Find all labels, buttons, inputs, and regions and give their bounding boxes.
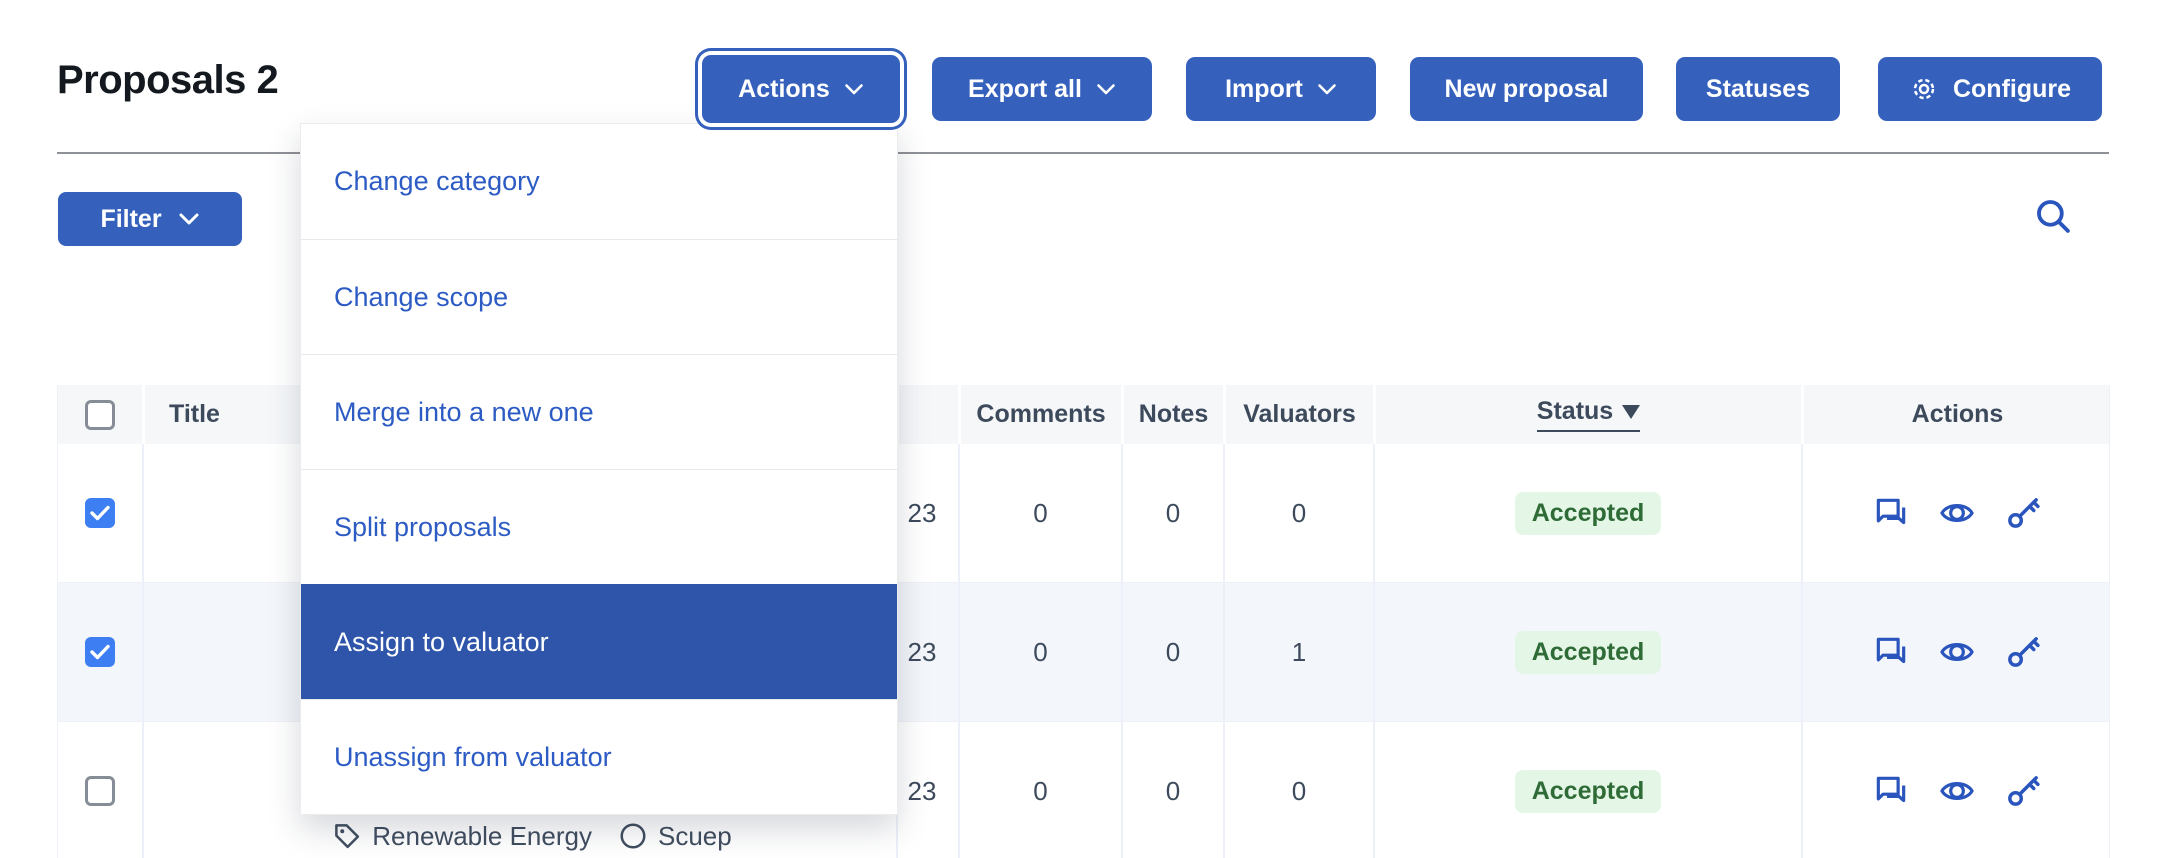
new-proposal-button[interactable]: New proposal bbox=[1410, 57, 1643, 121]
export-all-button[interactable]: Export all bbox=[932, 57, 1152, 121]
export-all-label: Export all bbox=[968, 75, 1082, 104]
row-checkbox[interactable] bbox=[85, 498, 115, 528]
status-badge: Accepted bbox=[1515, 631, 1662, 674]
actions-dropdown-menu: Change category Change scope Merge into … bbox=[300, 123, 898, 815]
proposals-admin-page: Proposals 2 Actions Export all Import Ne… bbox=[0, 0, 2166, 858]
chevron-down-icon bbox=[1317, 83, 1337, 96]
preview-button[interactable] bbox=[1937, 771, 1977, 811]
row-select-cell bbox=[58, 583, 142, 721]
status-badge: Accepted bbox=[1515, 770, 1662, 813]
row-actions-cell bbox=[1801, 722, 2111, 858]
status-sort-control[interactable]: Status bbox=[1537, 397, 1640, 432]
chat-icon bbox=[1872, 494, 1910, 532]
chevron-down-icon bbox=[1096, 83, 1116, 96]
menu-item-assign-to-valuator[interactable]: Assign to valuator bbox=[301, 584, 897, 699]
column-header-actions: Actions bbox=[1801, 385, 2111, 444]
globe-icon bbox=[618, 821, 648, 851]
select-all-checkbox[interactable] bbox=[85, 400, 115, 430]
valuators-cell: 0 bbox=[1223, 722, 1373, 858]
select-all-cell bbox=[58, 385, 142, 444]
row-actions-cell bbox=[1801, 583, 2111, 721]
permissions-key-button[interactable] bbox=[2003, 493, 2043, 533]
configure-label: Configure bbox=[1953, 75, 2071, 104]
notes-cell: 0 bbox=[1121, 583, 1223, 721]
key-icon bbox=[2004, 633, 2042, 671]
filter-button[interactable]: Filter bbox=[58, 192, 242, 246]
actions-button-label: Actions bbox=[738, 75, 830, 104]
status-cell: Accepted bbox=[1373, 583, 1801, 721]
menu-item-unassign-from-valuator[interactable]: Unassign from valuator bbox=[301, 699, 897, 814]
menu-item-change-category[interactable]: Change category bbox=[301, 124, 897, 239]
chevron-down-icon bbox=[178, 212, 200, 226]
notes-cell: 0 bbox=[1121, 722, 1223, 858]
column-header-valuators: Valuators bbox=[1223, 385, 1373, 444]
status-sort-label: Status bbox=[1537, 397, 1613, 426]
comments-cell: 0 bbox=[958, 444, 1121, 582]
answer-proposal-button[interactable] bbox=[1871, 632, 1911, 672]
chat-icon bbox=[1872, 633, 1910, 671]
search-icon bbox=[2032, 195, 2074, 237]
gear-icon bbox=[1909, 74, 1939, 104]
import-label: Import bbox=[1225, 75, 1303, 104]
proposal-category: Renewable Energy Scuep bbox=[332, 820, 731, 852]
tag-icon bbox=[332, 821, 362, 851]
row-checkbox[interactable] bbox=[85, 776, 115, 806]
sort-desc-icon bbox=[1622, 405, 1640, 419]
answer-proposal-button[interactable] bbox=[1871, 493, 1911, 533]
published-cell: 23 bbox=[896, 722, 958, 858]
column-header-status: Status bbox=[1373, 385, 1801, 444]
chevron-down-icon bbox=[844, 83, 864, 96]
page-title: Proposals 2 bbox=[57, 58, 278, 103]
actions-button[interactable]: Actions bbox=[702, 55, 900, 123]
statuses-button[interactable]: Statuses bbox=[1676, 57, 1840, 121]
column-header-notes: Notes bbox=[1121, 385, 1223, 444]
eye-icon bbox=[1938, 633, 1976, 671]
comments-cell: 0 bbox=[958, 583, 1121, 721]
statuses-label: Statuses bbox=[1706, 75, 1810, 104]
category-label: Renewable Energy bbox=[372, 820, 592, 852]
configure-button[interactable]: Configure bbox=[1878, 57, 2102, 121]
row-checkbox[interactable] bbox=[85, 637, 115, 667]
menu-item-split-proposals[interactable]: Split proposals bbox=[301, 469, 897, 584]
published-cell: 23 bbox=[896, 444, 958, 582]
filter-label: Filter bbox=[100, 205, 161, 234]
scope-label: Scuep bbox=[658, 820, 732, 852]
row-select-cell bbox=[58, 444, 142, 582]
chat-icon bbox=[1872, 772, 1910, 810]
notes-cell: 0 bbox=[1121, 444, 1223, 582]
comments-cell: 0 bbox=[958, 722, 1121, 858]
preview-button[interactable] bbox=[1937, 632, 1977, 672]
eye-icon bbox=[1938, 772, 1976, 810]
menu-item-merge-into-new-one[interactable]: Merge into a new one bbox=[301, 354, 897, 469]
valuators-cell: 1 bbox=[1223, 583, 1373, 721]
status-cell: Accepted bbox=[1373, 444, 1801, 582]
status-cell: Accepted bbox=[1373, 722, 1801, 858]
status-badge: Accepted bbox=[1515, 492, 1662, 535]
import-button[interactable]: Import bbox=[1186, 57, 1376, 121]
permissions-key-button[interactable] bbox=[2003, 771, 2043, 811]
key-icon bbox=[2004, 772, 2042, 810]
row-select-cell bbox=[58, 722, 142, 858]
row-actions-cell bbox=[1801, 444, 2111, 582]
search-button[interactable] bbox=[2030, 194, 2076, 240]
published-cell: 23 bbox=[896, 583, 958, 721]
menu-item-change-scope[interactable]: Change scope bbox=[301, 239, 897, 354]
permissions-key-button[interactable] bbox=[2003, 632, 2043, 672]
column-header-comments: Comments bbox=[958, 385, 1121, 444]
answer-proposal-button[interactable] bbox=[1871, 771, 1911, 811]
eye-icon bbox=[1938, 494, 1976, 532]
valuators-cell: 0 bbox=[1223, 444, 1373, 582]
new-proposal-label: New proposal bbox=[1445, 75, 1609, 104]
preview-button[interactable] bbox=[1937, 493, 1977, 533]
key-icon bbox=[2004, 494, 2042, 532]
column-header-published bbox=[896, 385, 958, 444]
